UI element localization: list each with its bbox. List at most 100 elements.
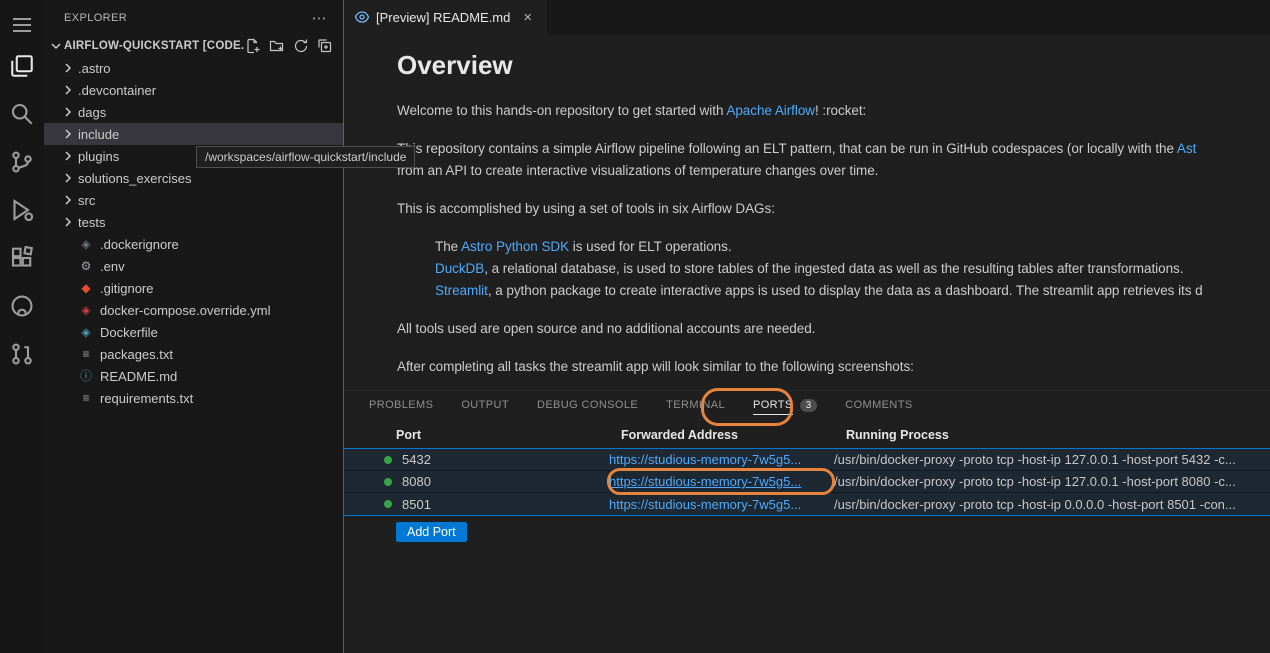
pull-request-icon[interactable] [0,330,44,378]
tree-item-gitignore[interactable]: ◆ .gitignore [44,277,343,299]
search-icon[interactable] [0,90,44,138]
tooltip-include-path: /workspaces/airflow-quickstart/include [196,146,415,168]
chevron-right-icon [60,214,76,230]
text-segment: from an API to create interactive visual… [397,163,878,178]
tree-item-label: docker-compose.override.yml [100,303,271,318]
paragraph-repo-line1: This repository contains a simple Airflo… [397,138,1270,160]
run-debug-icon[interactable] [0,186,44,234]
markdown-link[interactable]: DuckDB [435,261,484,276]
tree-item-label: requirements.txt [100,391,193,406]
markdown-link[interactable]: Ast [1177,141,1196,156]
tree-item-label: .env [100,259,125,274]
tab-bar: [Preview] README.md × [344,0,1270,34]
ports-table-body: 5432 https://studious-memory-7w5g5... /u… [344,448,1270,516]
tree-item-readme-md[interactable]: ⓘ README.md [44,365,343,387]
tab-comments[interactable]: COMMENTS [838,391,919,422]
tree-item-label: src [78,193,95,208]
git-file-icon: ◆ [78,280,94,296]
paragraph-screenshots: After completing all tasks the streamlit… [397,356,1270,378]
tree-item-env[interactable]: ⚙ .env [44,255,343,277]
running-process: /usr/bin/docker-proxy -proto tcp -host-i… [834,452,1270,467]
list-item-duckdb: DuckDB, a relational database, is used t… [435,258,1270,280]
tab-preview-readme[interactable]: [Preview] README.md × [344,0,546,34]
paragraph-repo: This repository contains a simple Airflo… [397,138,1270,182]
port-number: 5432 [402,452,431,467]
tree-item-label: .devcontainer [78,83,156,98]
forwarded-address-link[interactable]: https://studious-memory-7w5g5... [609,474,834,489]
markdown-preview-pane: Overview Welcome to this hands-on reposi… [344,34,1270,390]
paragraph-open-source: All tools used are open source and no ad… [397,318,1270,340]
tree-item-solutions-exercises[interactable]: solutions_exercises [44,167,343,189]
tab-output[interactable]: OUTPUT [454,391,516,422]
tree-item-docker-compose-override[interactable]: ◈ docker-compose.override.yml [44,299,343,321]
tree-item-label: Dockerfile [100,325,158,340]
tree-item-label: packages.txt [100,347,173,362]
docker-file-icon: ◈ [78,236,94,252]
tree-item-requirements-txt[interactable]: ≡ requirements.txt [44,387,343,409]
new-file-icon[interactable] [245,38,261,54]
explorer-section-actions [245,38,333,54]
column-header-running-process: Running Process [846,428,1270,442]
tab-ports[interactable]: PORTS 3 [746,391,824,422]
refresh-icon[interactable] [293,38,309,54]
workspace-folder-label: AIRFLOW-QUICKSTART [CODE... [64,40,245,52]
table-row-port-8080[interactable]: 8080 https://studious-memory-7w5g5... /u… [344,471,1270,493]
tree-item-dags[interactable]: dags [44,101,343,123]
text-segment: Welcome to this hands-on repository to g… [397,103,726,118]
collapse-all-icon[interactable] [317,38,333,54]
new-folder-icon[interactable] [269,38,285,54]
paragraph-tools-intro: This is accomplished by using a set of t… [397,198,1270,220]
tree-item-label: README.md [100,369,177,384]
more-actions-icon[interactable]: ⋯ [308,9,331,27]
text-segment: ! :rocket: [815,103,866,118]
column-header-forwarded-address: Forwarded Address [621,428,846,442]
editor-group: [Preview] README.md × Overview Welcome t… [343,0,1270,653]
table-row-port-5432[interactable]: 5432 https://studious-memory-7w5g5... /u… [344,449,1270,471]
forwarded-address-link[interactable]: https://studious-memory-7w5g5... [609,497,834,512]
tab-debug-console[interactable]: DEBUG CONSOLE [530,391,645,422]
port-number: 8501 [402,497,431,512]
gear-file-icon: ⚙ [78,258,94,274]
port-status-dot [384,456,392,464]
tree-item-packages-txt[interactable]: ≡ packages.txt [44,343,343,365]
port-status-dot [384,478,392,486]
extensions-icon[interactable] [0,234,44,282]
text-file-icon: ≡ [78,346,94,362]
running-process: /usr/bin/docker-proxy -proto tcp -host-i… [834,497,1270,512]
page-title: Overview [397,54,1270,76]
tree-item-dockerignore[interactable]: ◈ .dockerignore [44,233,343,255]
source-control-icon[interactable] [0,138,44,186]
markdown-link[interactable]: Astro Python SDK [461,239,569,254]
tree-item-label: tests [78,215,105,230]
text-segment: , a python package to create interactive… [488,283,1203,298]
explorer-icon[interactable] [0,42,44,90]
tree-item-label: plugins [78,149,119,164]
info-file-icon: ⓘ [78,368,94,384]
text-segment: is used for ELT operations. [569,239,731,254]
ports-count-badge: 3 [800,399,818,412]
menu-icon[interactable] [0,8,44,42]
explorer-section-header[interactable]: AIRFLOW-QUICKSTART [CODE... [44,35,343,57]
tree-item-astro[interactable]: .astro [44,57,343,79]
tree-item-src[interactable]: src [44,189,343,211]
chevron-right-icon [60,170,76,186]
markdown-link[interactable]: Streamlit [435,283,488,298]
add-port-button[interactable]: Add Port [396,522,467,542]
chevron-right-icon [60,104,76,120]
tab-problems[interactable]: PROBLEMS [362,391,440,422]
running-process: /usr/bin/docker-proxy -proto tcp -host-i… [834,474,1270,489]
text-segment: The [435,239,461,254]
close-icon[interactable]: × [520,9,535,26]
tree-item-devcontainer[interactable]: .devcontainer [44,79,343,101]
github-icon[interactable] [0,282,44,330]
table-row-port-8501[interactable]: 8501 https://studious-memory-7w5g5... /u… [344,493,1270,515]
forwarded-address-link[interactable]: https://studious-memory-7w5g5... [609,452,834,467]
markdown-link[interactable]: Apache Airflow [726,103,815,118]
tree-item-dockerfile[interactable]: ◈ Dockerfile [44,321,343,343]
tab-label: [Preview] README.md [376,10,510,25]
port-number: 8080 [402,474,431,489]
list-item-streamlit: Streamlit, a python package to create in… [435,280,1270,302]
tab-terminal[interactable]: TERMINAL [659,391,732,422]
tree-item-tests[interactable]: tests [44,211,343,233]
tree-item-include[interactable]: include [44,123,343,145]
